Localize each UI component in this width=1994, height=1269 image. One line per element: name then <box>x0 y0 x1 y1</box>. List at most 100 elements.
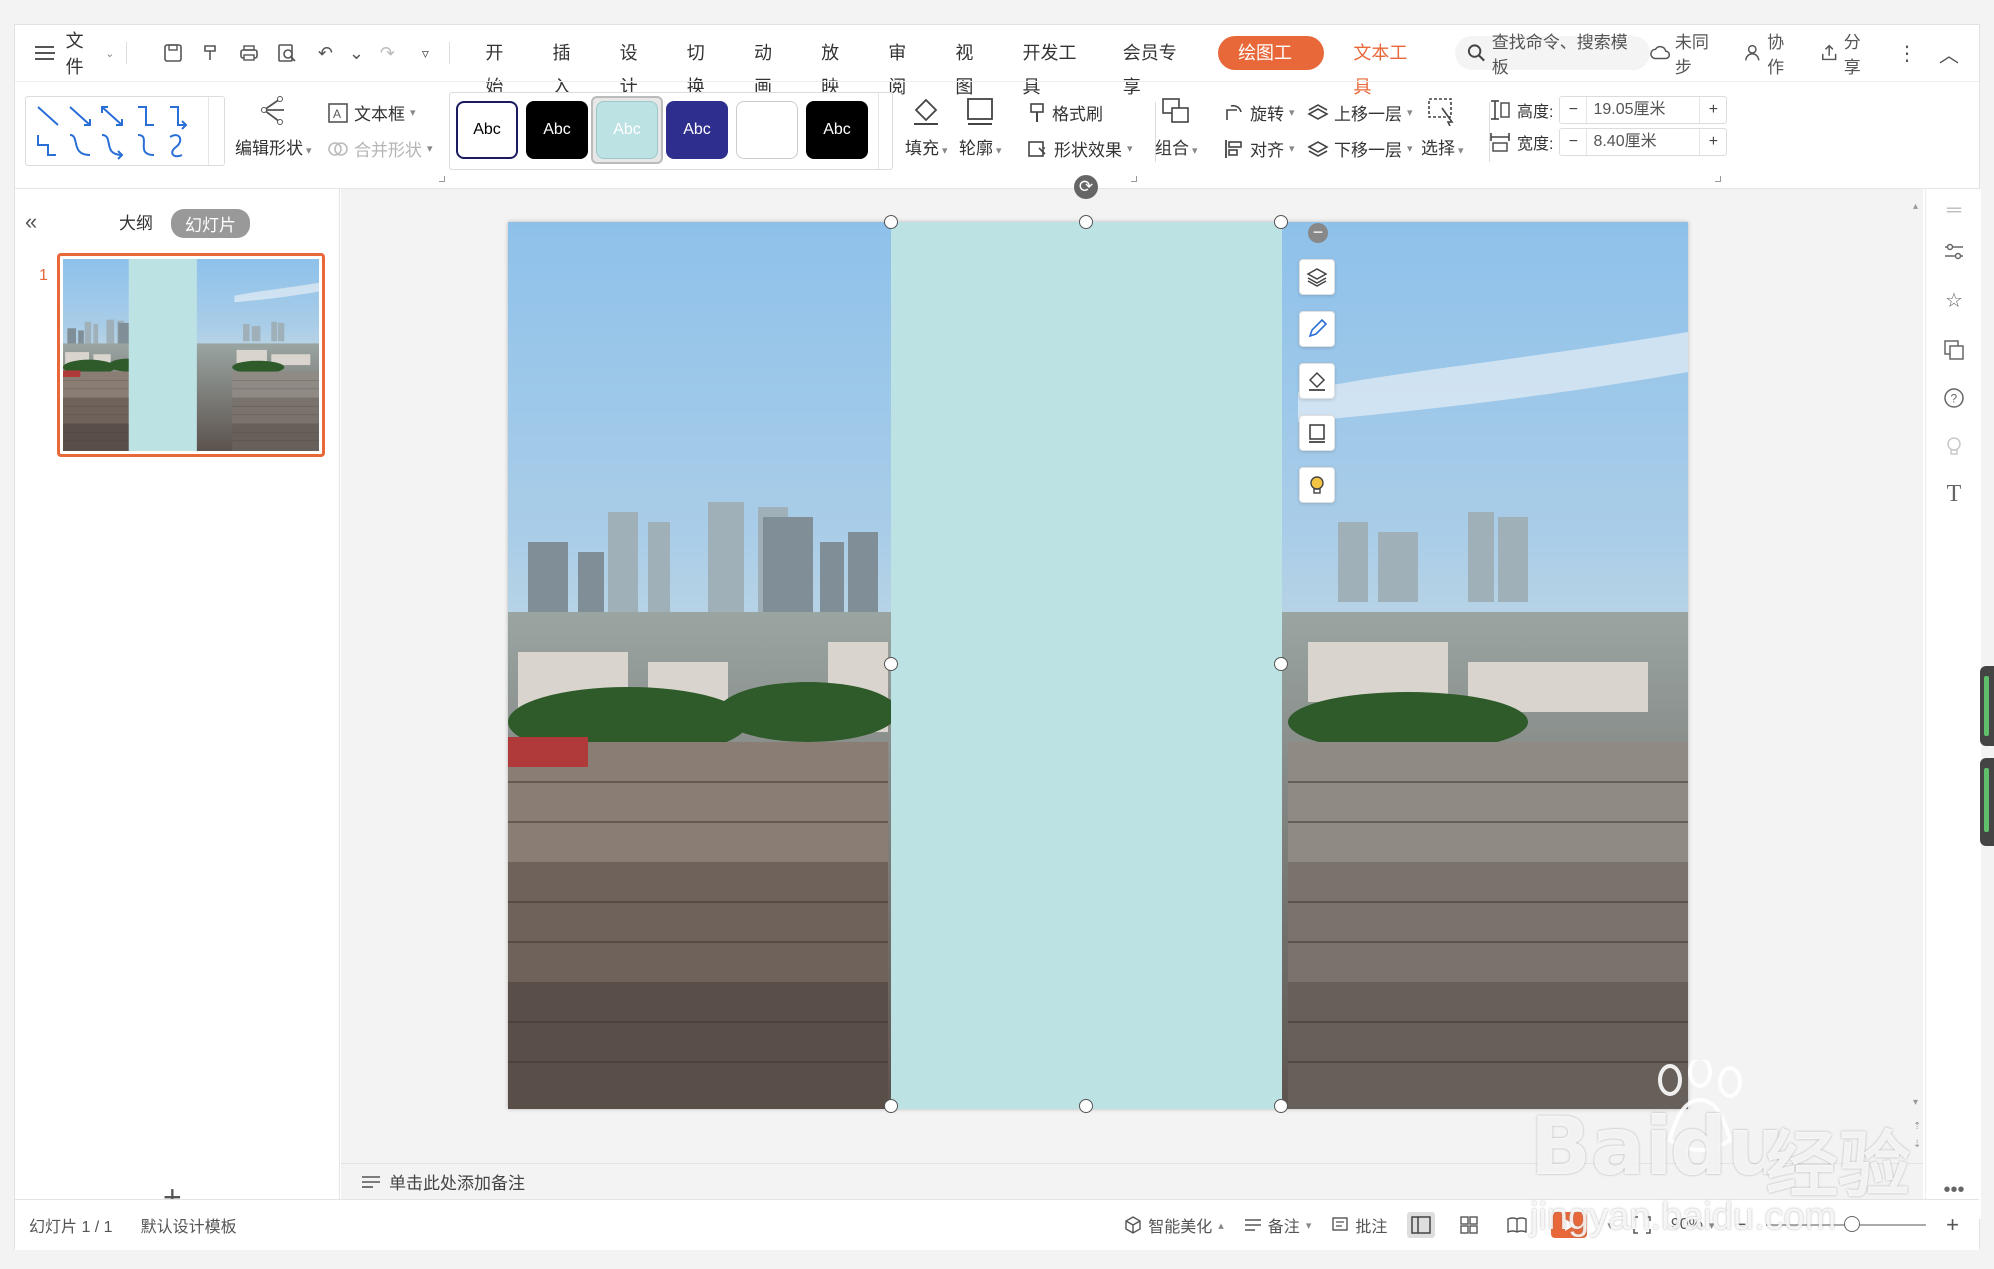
more-icon[interactable]: ⋮ <box>1897 41 1917 66</box>
notes-toggle-button[interactable]: 备注 ▾ <box>1244 1213 1311 1237</box>
share-button[interactable]: 分享 <box>1820 28 1875 78</box>
tab-developer[interactable]: 开发工具 <box>1006 36 1106 97</box>
quick-access-toolbar: ↶ ⌄ ↷ ▿ <box>161 41 437 65</box>
resize-handle-top-right[interactable] <box>1274 215 1288 229</box>
send-backward-button[interactable]: 下移一层 ▾ <box>1307 136 1413 161</box>
canvas-scrollbar[interactable]: ▴ ▾ ⇡ ⇣ <box>1911 201 1925 1181</box>
tab-outline[interactable]: 大纲 <box>119 209 153 234</box>
save-icon[interactable] <box>161 41 185 65</box>
slide-thumbnail[interactable] <box>57 253 325 457</box>
outline-frame-icon[interactable] <box>1299 415 1335 451</box>
width-decrease-button[interactable]: − <box>1560 133 1586 151</box>
line-shape-gallery[interactable] <box>25 96 225 166</box>
redo-icon[interactable]: ↷ <box>375 41 399 65</box>
shape-effect-button[interactable]: 形状效果 ▾ <box>1027 136 1133 161</box>
tab-drawing-tools[interactable]: 绘图工具 <box>1218 36 1325 97</box>
resize-handle-right[interactable] <box>1274 657 1288 671</box>
edit-shape-button[interactable]: 编辑形状 ▾ <box>235 96 312 159</box>
lightbulb-icon[interactable] <box>1299 467 1335 503</box>
align-button[interactable]: 对齐 ▾ <box>1223 136 1295 161</box>
height-stepper[interactable]: − 19.05厘米 + <box>1559 96 1728 124</box>
tab-member[interactable]: 会员专享 <box>1106 36 1206 97</box>
tab-start[interactable]: 开始 <box>468 36 535 97</box>
comments-button[interactable]: 批注 <box>1331 1213 1387 1237</box>
select-button[interactable]: 选择 ▾ <box>1421 96 1464 159</box>
width-value[interactable]: 8.40厘米 <box>1586 129 1701 155</box>
normal-view-button[interactable] <box>1407 1212 1436 1238</box>
group-launcher[interactable] <box>439 176 445 182</box>
style-swatch-1[interactable]: Abc <box>456 101 518 159</box>
group-button[interactable]: 组合 ▾ <box>1155 96 1198 159</box>
resize-handle-bottom-right[interactable] <box>1274 1099 1288 1113</box>
file-menu[interactable]: 文件 ⌄ <box>35 31 114 77</box>
tab-design[interactable]: 设计 <box>603 36 670 97</box>
command-search[interactable]: 查找命令、搜索模板 <box>1454 33 1650 77</box>
bulb-icon[interactable] <box>1941 433 1967 459</box>
text-box-button[interactable]: A 文本框 ▾ <box>327 100 416 125</box>
chevron-down-icon[interactable]: ⌄ <box>349 41 364 65</box>
help-icon[interactable]: ? <box>1941 385 1967 411</box>
outline-button[interactable]: 轮廓 ▾ <box>959 96 1002 159</box>
fill-button[interactable]: 填充 ▾ <box>905 96 948 159</box>
slide-canvas[interactable] <box>508 222 1688 1109</box>
resize-handle-bottom-left[interactable] <box>884 1099 898 1113</box>
star-icon[interactable]: ☆ <box>1941 287 1967 313</box>
format-painter-button[interactable]: 格式刷 <box>1027 100 1103 125</box>
height-value[interactable]: 19.05厘米 <box>1586 97 1701 123</box>
rotate-handle-icon[interactable]: ⟳ <box>1074 175 1098 199</box>
side-handle-lower[interactable] <box>1980 758 1994 846</box>
reading-view-button[interactable] <box>1503 1212 1531 1238</box>
adjust-icon[interactable] <box>1941 239 1967 265</box>
template-name[interactable]: 默认设计模板 <box>141 1213 237 1237</box>
resize-handle-bottom[interactable] <box>1079 1099 1093 1113</box>
style-gallery-scroll[interactable] <box>878 93 892 169</box>
tab-insert[interactable]: 插入 <box>536 36 603 97</box>
fill-bucket-icon[interactable] <box>1299 363 1335 399</box>
merge-shape-button[interactable]: 合并形状 ▾ <box>327 136 433 161</box>
tab-transition[interactable]: 切换 <box>670 36 737 97</box>
resize-handle-left[interactable] <box>884 657 898 671</box>
height-decrease-button[interactable]: − <box>1560 101 1586 119</box>
drag-handle-icon[interactable]: ═ <box>1941 197 1967 223</box>
height-increase-button[interactable]: + <box>1700 101 1726 119</box>
format-painter-icon[interactable] <box>199 41 223 65</box>
selected-rectangle-shape[interactable] <box>891 222 1282 1109</box>
tab-view[interactable]: 视图 <box>938 36 1005 97</box>
grid-view-button[interactable] <box>1455 1212 1483 1238</box>
style-swatch-5[interactable] <box>736 101 798 159</box>
collapse-ribbon-icon[interactable]: ︿ <box>1939 39 1959 68</box>
tab-animation[interactable]: 动画 <box>737 36 804 97</box>
collapse-toolbar-icon[interactable]: − <box>1308 223 1328 243</box>
pen-icon[interactable] <box>1299 311 1335 347</box>
copy-icon[interactable] <box>1941 337 1967 363</box>
gallery-scroll[interactable] <box>208 97 224 165</box>
collapse-panel-icon[interactable]: « <box>25 209 37 235</box>
resize-handle-top-left[interactable] <box>884 215 898 229</box>
style-swatch-3[interactable]: Abc <box>596 101 658 159</box>
style-swatch-4[interactable]: Abc <box>666 101 728 159</box>
layers-icon[interactable] <box>1299 259 1335 295</box>
collaborate-button[interactable]: 协作 <box>1744 28 1799 78</box>
rotate-button[interactable]: 旋转 ▾ <box>1223 100 1295 125</box>
print-preview-icon[interactable] <box>275 41 299 65</box>
size-launcher[interactable] <box>1715 176 1721 182</box>
tab-text-tools[interactable]: 文本工具 <box>1336 36 1436 97</box>
style-launcher[interactable] <box>1131 176 1137 182</box>
baidu-watermark: Bai du 经验 jingyan.baidu.com <box>1530 1060 1950 1240</box>
smart-beautify-button[interactable]: 智能美化 ▴ <box>1124 1213 1224 1237</box>
width-increase-button[interactable]: + <box>1700 133 1726 151</box>
tab-review[interactable]: 审阅 <box>871 36 938 97</box>
customize-toolbar-icon[interactable]: ▿ <box>413 41 437 65</box>
tab-slides[interactable]: 幻灯片 <box>171 209 250 238</box>
text-icon[interactable]: T <box>1941 481 1967 507</box>
style-swatch-6[interactable]: Abc <box>806 101 868 159</box>
style-swatch-2[interactable]: Abc <box>526 101 588 159</box>
width-stepper[interactable]: − 8.40厘米 + <box>1559 128 1728 156</box>
sync-button[interactable]: 未同步 <box>1649 28 1722 78</box>
bring-forward-button[interactable]: 上移一层 ▾ <box>1307 100 1413 125</box>
undo-icon[interactable]: ↶ <box>313 41 337 65</box>
print-icon[interactable] <box>237 41 261 65</box>
tab-slideshow[interactable]: 放映 <box>804 36 871 97</box>
resize-handle-top[interactable] <box>1079 215 1093 229</box>
side-handle-upper[interactable] <box>1980 666 1994 746</box>
